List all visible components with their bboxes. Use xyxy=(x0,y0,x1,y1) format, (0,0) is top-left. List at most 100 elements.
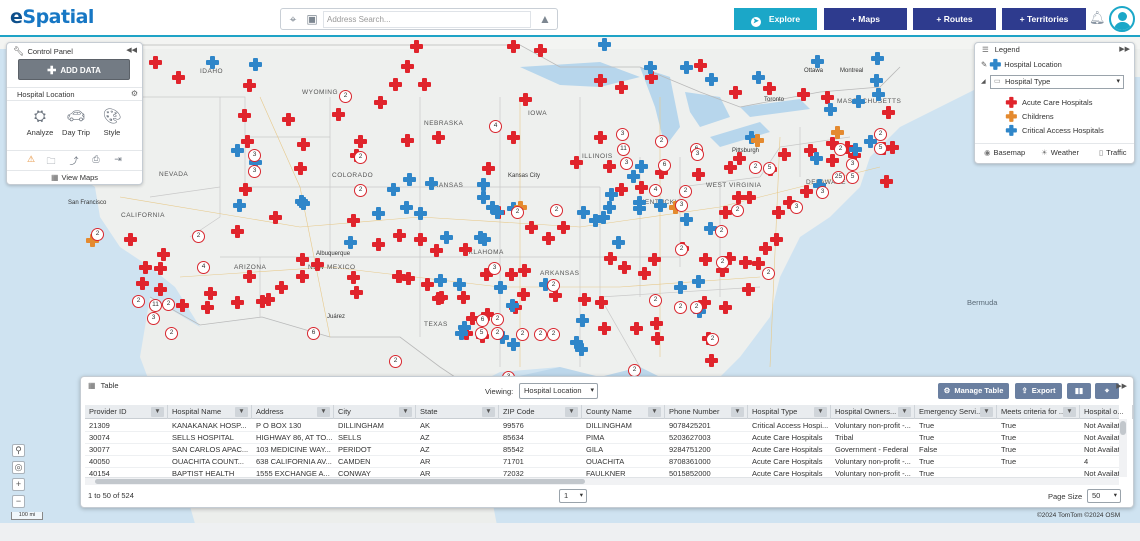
column-header[interactable]: County Name ▼ xyxy=(582,405,665,419)
filter-icon[interactable]: ▼ xyxy=(1063,407,1076,417)
cluster-marker[interactable]: 2 xyxy=(511,206,524,219)
vertical-scrollbar[interactable] xyxy=(1119,419,1127,477)
mountain-icon[interactable]: ▲ xyxy=(536,11,554,28)
acute-care-marker-icon[interactable] xyxy=(729,86,742,99)
cluster-marker[interactable]: 2 xyxy=(547,279,560,292)
acute-care-marker-icon[interactable] xyxy=(742,283,755,296)
traffic-button[interactable]: ▯ Traffic xyxy=(1099,148,1127,157)
critical-access-marker-icon[interactable] xyxy=(233,199,246,212)
page-select[interactable]: 1 ▾ xyxy=(559,489,587,503)
cluster-marker[interactable]: 5 xyxy=(763,162,776,175)
acute-care-marker-icon[interactable] xyxy=(430,244,443,257)
layer-row[interactable]: Hospital Location ⚙ xyxy=(7,87,142,101)
comment-pin-icon[interactable]: ▣ xyxy=(303,11,321,28)
critical-access-marker-icon[interactable] xyxy=(400,201,413,214)
acute-care-marker-icon[interactable] xyxy=(650,317,663,330)
acute-care-marker-icon[interactable] xyxy=(542,232,555,245)
expand-caret-icon[interactable]: ◢ xyxy=(981,78,986,85)
acute-care-marker-icon[interactable] xyxy=(421,278,434,291)
acute-care-marker-icon[interactable] xyxy=(598,322,611,335)
user-avatar[interactable] xyxy=(1109,6,1135,32)
acute-care-marker-icon[interactable] xyxy=(282,113,295,126)
column-header[interactable]: ZIP Code ▼ xyxy=(499,405,582,419)
acute-care-marker-icon[interactable] xyxy=(759,242,772,255)
critical-access-marker-icon[interactable] xyxy=(344,236,357,249)
column-header[interactable]: City ▼ xyxy=(334,405,416,419)
acute-care-marker-icon[interactable] xyxy=(393,229,406,242)
acute-care-marker-icon[interactable] xyxy=(638,267,651,280)
acute-care-marker-icon[interactable] xyxy=(880,175,893,188)
acute-care-marker-icon[interactable] xyxy=(401,60,414,73)
acute-care-marker-icon[interactable] xyxy=(733,152,746,165)
table-row[interactable]: 40050 OUACHITA COUNT... 638 CALIFORNIA AV.… xyxy=(85,456,1119,468)
critical-access-marker-icon[interactable] xyxy=(387,183,400,196)
acute-care-marker-icon[interactable] xyxy=(519,93,532,106)
cluster-marker[interactable]: 2 xyxy=(547,328,560,341)
critical-access-marker-icon[interactable] xyxy=(644,61,657,74)
critical-access-marker-icon[interactable] xyxy=(654,199,667,212)
column-header[interactable]: Hospital o... xyxy=(1080,405,1133,419)
acute-care-marker-icon[interactable] xyxy=(392,270,405,283)
acute-care-marker-icon[interactable] xyxy=(296,270,309,283)
critical-access-marker-icon[interactable] xyxy=(506,299,519,312)
acute-care-marker-icon[interactable] xyxy=(389,78,402,91)
cluster-marker[interactable]: 2 xyxy=(339,90,352,103)
cluster-marker[interactable]: 2 xyxy=(715,225,728,238)
cluster-marker[interactable]: 2 xyxy=(91,228,104,241)
critical-access-marker-icon[interactable] xyxy=(612,236,625,249)
critical-access-marker-icon[interactable] xyxy=(575,343,588,356)
cluster-marker[interactable]: 2 xyxy=(749,161,762,174)
acute-care-marker-icon[interactable] xyxy=(262,293,275,306)
acute-care-marker-icon[interactable] xyxy=(482,162,495,175)
cluster-marker[interactable]: 3 xyxy=(691,148,704,161)
acute-care-marker-icon[interactable] xyxy=(743,191,756,204)
acute-care-marker-icon[interactable] xyxy=(350,286,363,299)
acute-care-marker-icon[interactable] xyxy=(374,96,387,109)
espatial-logo[interactable]: eSpatial xyxy=(10,6,94,28)
cluster-marker[interactable]: 3 xyxy=(147,312,160,325)
basemap-button[interactable]: ◉ Basemap xyxy=(984,148,1025,157)
critical-access-marker-icon[interactable] xyxy=(478,233,491,246)
acute-care-marker-icon[interactable] xyxy=(604,252,617,265)
cluster-marker[interactable]: 3 xyxy=(620,157,633,170)
acute-care-marker-icon[interactable] xyxy=(594,131,607,144)
cluster-marker[interactable]: 3 xyxy=(248,149,261,162)
cluster-marker[interactable]: 2 xyxy=(706,333,719,346)
critical-access-marker-icon[interactable] xyxy=(810,152,823,165)
critical-access-marker-icon[interactable] xyxy=(824,103,837,116)
acute-care-marker-icon[interactable] xyxy=(615,81,628,94)
cluster-marker[interactable]: 11 xyxy=(149,299,162,312)
acute-care-marker-icon[interactable] xyxy=(311,258,324,271)
add-territories-button[interactable]: + Territories xyxy=(1002,8,1086,30)
cluster-marker[interactable]: 5 xyxy=(874,142,887,155)
acute-care-marker-icon[interactable] xyxy=(507,40,520,53)
legend-layer[interactable]: ✎ Hospital Location xyxy=(981,58,1062,70)
table-row[interactable]: 30077 SAN CARLOS APAC... 103 MEDICINE WAY.… xyxy=(85,444,1120,456)
critical-access-marker-icon[interactable] xyxy=(870,74,883,87)
acute-care-marker-icon[interactable] xyxy=(705,354,718,367)
cluster-marker[interactable]: 3 xyxy=(248,165,261,178)
critical-access-marker-icon[interactable] xyxy=(297,197,310,210)
cluster-marker[interactable]: 2 xyxy=(731,204,744,217)
critical-access-marker-icon[interactable] xyxy=(692,275,705,288)
filter-icon[interactable]: ▼ xyxy=(235,407,248,417)
cluster-marker[interactable]: 3 xyxy=(790,201,803,214)
horizontal-scrollbar[interactable] xyxy=(85,477,1119,485)
critical-access-marker-icon[interactable] xyxy=(852,95,865,108)
acute-care-marker-icon[interactable] xyxy=(157,248,170,261)
acute-care-marker-icon[interactable] xyxy=(739,256,752,269)
critical-access-marker-icon[interactable] xyxy=(633,196,646,209)
legend-item-acute[interactable]: Acute Care Hospitals xyxy=(1005,96,1092,108)
filter-icon[interactable]: ▼ xyxy=(399,407,412,417)
critical-access-marker-icon[interactable] xyxy=(425,177,438,190)
cluster-marker[interactable]: 2 xyxy=(534,328,547,341)
acute-care-marker-icon[interactable] xyxy=(570,156,583,169)
acute-care-marker-icon[interactable] xyxy=(800,185,813,198)
viewing-layer-select[interactable]: Hospital Location ▾ xyxy=(519,383,598,399)
acute-care-marker-icon[interactable] xyxy=(172,71,185,84)
critical-access-marker-icon[interactable] xyxy=(455,327,468,340)
acute-care-marker-icon[interactable] xyxy=(603,160,616,173)
critical-access-marker-icon[interactable] xyxy=(494,281,507,294)
style-tool[interactable]: 🎨︎ Style xyxy=(95,107,129,137)
cluster-marker[interactable]: 4 xyxy=(197,261,210,274)
